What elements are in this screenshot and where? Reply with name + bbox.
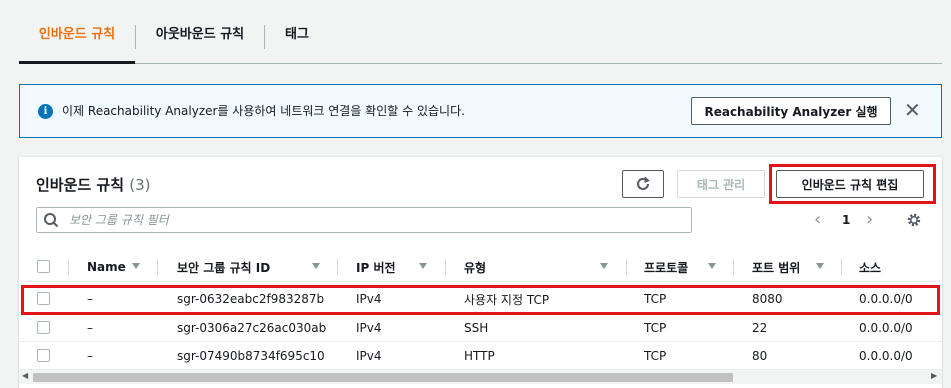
sort-caret-icon[interactable] [708, 263, 716, 269]
column-header-protocol[interactable]: 프로토콜 [644, 252, 688, 282]
cell-name: – [87, 349, 93, 363]
gear-icon[interactable] [906, 212, 922, 228]
next-page-icon[interactable]: › [866, 209, 873, 230]
banner-message: 이제 Reachability Analyzer를 사용하여 네트워크 연결을 … [62, 104, 465, 118]
sort-caret-icon[interactable] [312, 263, 320, 269]
column-divider [733, 259, 734, 275]
run-reachability-analyzer-button[interactable]: Reachability Analyzer 실행 [691, 97, 891, 125]
panel-title-text: 인바운드 규칙 [36, 176, 125, 194]
cell-type: SSH [464, 321, 489, 335]
cell-port-range: 80 [752, 349, 768, 363]
scroll-right-icon[interactable]: ▶ [931, 371, 937, 380]
column-divider [157, 259, 158, 275]
table-row[interactable]: – sgr-07490b8734f695c10 IPv4 HTTP TCP 80… [19, 342, 942, 370]
column-header-ip-version[interactable]: IP 버전 [356, 252, 396, 282]
cell-source: 0.0.0.0/0 [859, 349, 913, 363]
cell-port-range: 22 [752, 321, 768, 335]
info-banner: i 이제 Reachability Analyzer를 사용하여 네트워크 연결… [19, 84, 942, 138]
rule-count: (3) [129, 176, 151, 194]
column-header-type[interactable]: 유형 [464, 252, 486, 282]
cell-type: HTTP [464, 349, 495, 363]
column-divider [841, 259, 842, 275]
row-checkbox[interactable] [37, 349, 50, 362]
inbound-rules-panel: 인바운드 규칙 (3) 태그 관리 인바운드 규칙 편집 ‹ 1 › Name … [19, 156, 942, 388]
column-header-port-range[interactable]: 포트 범위 [752, 252, 800, 282]
close-icon[interactable]: ✕ [904, 99, 921, 121]
column-header-source[interactable]: 소스 [859, 252, 881, 282]
refresh-button[interactable] [622, 170, 664, 198]
column-divider [337, 259, 338, 275]
cell-ip-version: IPv4 [356, 321, 382, 335]
search-box [36, 207, 692, 233]
tab-bar: 인바운드 규칙 아웃바운드 규칙 태그 [19, 0, 942, 64]
sort-caret-icon[interactable] [132, 263, 140, 269]
refresh-icon [637, 176, 650, 190]
column-header-rule-id[interactable]: 보안 그룹 규칙 ID [177, 252, 270, 282]
highlight-box-edit-button [769, 164, 936, 204]
column-divider [445, 259, 446, 275]
page-number[interactable]: 1 [842, 213, 850, 227]
horizontal-scrollbar[interactable]: ◀ ▶ [19, 370, 942, 384]
tab-outbound-rules[interactable]: 아웃바운드 규칙 [136, 0, 264, 64]
column-header-name[interactable]: Name [87, 252, 126, 282]
cell-protocol: TCP [644, 349, 667, 363]
sort-caret-icon[interactable] [419, 263, 427, 269]
cell-rule-id[interactable]: sgr-0306a27c26ac030ab [177, 314, 326, 342]
cell-source: 0.0.0.0/0 [859, 321, 913, 335]
info-icon: i [38, 104, 53, 119]
search-input[interactable] [67, 208, 677, 232]
column-divider [626, 259, 627, 275]
highlight-box-row [21, 285, 940, 315]
cell-protocol: TCP [644, 321, 667, 335]
tab-tags[interactable]: 태그 [265, 0, 329, 64]
cell-ip-version: IPv4 [356, 349, 382, 363]
panel-title: 인바운드 규칙 (3) [36, 174, 151, 195]
scrollbar-thumb[interactable] [33, 373, 733, 382]
cell-rule-id[interactable]: sgr-07490b8734f695c10 [177, 342, 325, 370]
cell-name: – [87, 321, 93, 335]
column-divider [68, 259, 69, 275]
manage-tags-button[interactable]: 태그 관리 [677, 170, 765, 198]
scroll-left-icon[interactable]: ◀ [22, 371, 28, 380]
row-checkbox[interactable] [37, 321, 50, 334]
tab-inbound-rules[interactable]: 인바운드 규칙 [19, 0, 135, 64]
sort-caret-icon[interactable] [816, 263, 824, 269]
search-icon [44, 213, 59, 228]
previous-page-icon[interactable]: ‹ [814, 209, 821, 230]
select-all-checkbox[interactable] [37, 260, 50, 273]
sort-caret-icon[interactable] [600, 263, 608, 269]
table-header: Name 보안 그룹 규칙 ID IP 버전 유형 프로토콜 포트 범위 소스 [19, 252, 942, 282]
table-row[interactable]: – sgr-0306a27c26ac030ab IPv4 SSH TCP 22 … [19, 314, 942, 342]
active-tab-indicator [19, 61, 135, 64]
